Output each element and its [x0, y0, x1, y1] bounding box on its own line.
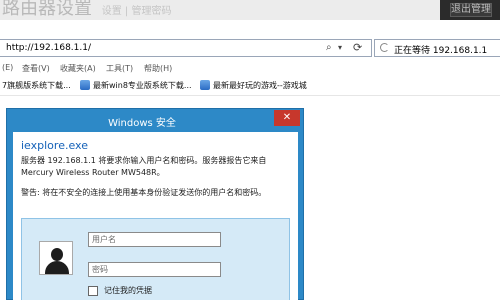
spinner-icon: [380, 43, 389, 52]
favorite-link-3[interactable]: 最新最好玩的游戏--游戏城: [213, 80, 307, 91]
menu-item-favorites[interactable]: 收藏夹(A): [60, 63, 96, 74]
menu-item-view[interactable]: 查看(V): [22, 63, 50, 74]
avatar-body: [45, 261, 69, 274]
ie-page-icon: [200, 80, 210, 90]
refresh-icon[interactable]: ⟳: [353, 41, 362, 54]
app-name: iexplore.exe: [21, 139, 88, 152]
ie-page-icon: [80, 80, 90, 90]
credential-tile: 用户名 密码 记住我的凭据: [21, 218, 290, 300]
background-subtitle-text: 设置 | 管理密码: [101, 6, 172, 17]
tab-loading[interactable]: 正在等待 192.168.1.1: [374, 39, 500, 57]
warning-message: 警告: 将在不安全的连接上使用基本身份验证发送你的用户名和密码。: [21, 188, 267, 197]
favorite-link-1[interactable]: 7旗舰版系统下载...: [2, 80, 71, 91]
close-icon: ✕: [282, 112, 292, 123]
password-input[interactable]: 密码: [88, 262, 221, 277]
dialog-titlebar[interactable]: Windows 安全 ✕: [7, 109, 303, 131]
dialog-title: Windows 安全: [108, 118, 176, 129]
address-bar[interactable]: http://192.168.1.1/ ⌕ ▾ ⟳: [0, 39, 372, 57]
server-message: 服务器 192.168.1.1 将要求你输入用户名和密码。服务器报告它来自 Me…: [21, 156, 267, 177]
dialog-body: iexplore.exe 服务器 192.168.1.1 将要求你输入用户名和密…: [13, 132, 298, 300]
background-corner-panel: 退出管理: [440, 0, 500, 20]
menu-item-tools[interactable]: 工具(T): [106, 63, 133, 74]
windows-security-dialog: Windows 安全 ✕ iexplore.exe 服务器 192.168.1.…: [6, 108, 304, 300]
remember-credentials-label[interactable]: 记住我的凭据: [104, 285, 152, 296]
background-logout-button[interactable]: 退出管理: [450, 3, 492, 17]
menu-bar: (E) 查看(V) 收藏夹(A) 工具(T) 帮助(H): [0, 60, 500, 76]
favorites-bar: 7旗舰版系统下载... 最新win8专业版系统下载... 最新最好玩的游戏--游…: [0, 76, 500, 96]
address-url[interactable]: http://192.168.1.1/: [6, 43, 91, 53]
address-bar-row: http://192.168.1.1/ ⌕ ▾ ⟳ 正在等待 192.168.1…: [0, 38, 500, 58]
background-page-header: 路由器设置 设置 | 管理密码 退出管理: [0, 0, 500, 20]
chevron-down-icon[interactable]: ▾: [338, 43, 342, 52]
background-page-title: 路由器设置 设置 | 管理密码: [2, 0, 171, 20]
search-icon[interactable]: ⌕: [326, 42, 332, 53]
menu-item-help[interactable]: 帮助(H): [144, 63, 172, 74]
menu-item-edit[interactable]: (E): [2, 63, 13, 72]
user-avatar-icon: [39, 241, 73, 275]
close-button[interactable]: ✕: [274, 110, 300, 126]
avatar-head: [51, 248, 63, 261]
tab-label: 正在等待 192.168.1.1: [394, 46, 488, 56]
background-title-text: 路由器设置: [2, 0, 92, 19]
favorite-link-2[interactable]: 最新win8专业版系统下载...: [93, 80, 192, 91]
username-input[interactable]: 用户名: [88, 232, 221, 247]
remember-credentials-checkbox[interactable]: [88, 286, 98, 296]
